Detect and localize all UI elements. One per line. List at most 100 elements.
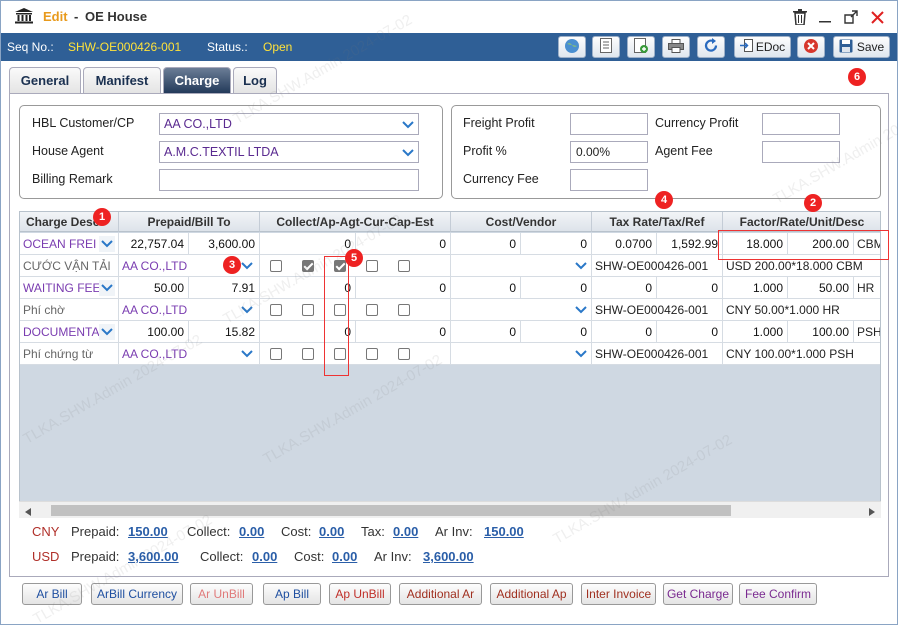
- arinv-value[interactable]: 3,600.00: [423, 549, 474, 564]
- charge-desc-select[interactable]: OCEAN FREI: [20, 233, 119, 255]
- cost-cell[interactable]: 0: [451, 321, 521, 343]
- prepaid-cell[interactable]: 50.00: [119, 277, 189, 299]
- checkbox[interactable]: [398, 260, 410, 272]
- chevron-down-icon[interactable]: [239, 258, 255, 274]
- charge-desc-select[interactable]: DOCUMENTA: [20, 321, 119, 343]
- unit-cell[interactable]: PSH: [854, 321, 880, 343]
- tax-cell[interactable]: 1,592.99: [657, 233, 723, 255]
- vendor-select[interactable]: [451, 343, 592, 365]
- table-row[interactable]: WAITING FEE 50.00 7.91 0 0 0 0 0 0 1.000 50.00 HR: [20, 277, 880, 299]
- trash-icon[interactable]: [791, 8, 809, 26]
- ap-unbill-button[interactable]: Ap UnBill: [329, 583, 391, 605]
- vendor-select[interactable]: [451, 299, 592, 321]
- cancel-button[interactable]: [797, 36, 825, 58]
- tax-value[interactable]: 0.00: [393, 524, 418, 539]
- checkbox[interactable]: [270, 304, 282, 316]
- checkbox[interactable]: [302, 304, 314, 316]
- scrollbar-thumb[interactable]: [51, 505, 731, 516]
- cost-cell[interactable]: 0: [451, 233, 521, 255]
- billing-remark-input[interactable]: [159, 169, 419, 191]
- chevron-down-icon[interactable]: [99, 324, 115, 340]
- checkbox[interactable]: [366, 260, 378, 272]
- horizontal-scrollbar[interactable]: [19, 501, 881, 518]
- col-header-factor[interactable]: Factor/Rate/Unit/Desc: [723, 212, 880, 232]
- arinv-value[interactable]: 150.00: [484, 524, 524, 539]
- checkbox[interactable]: [334, 304, 346, 316]
- col-header-tax[interactable]: Tax Rate/Tax/Ref: [592, 212, 723, 232]
- tab-general[interactable]: General: [9, 67, 81, 93]
- unit-cell[interactable]: CBM: [854, 233, 880, 255]
- tax-rate-cell[interactable]: 0.0700: [592, 233, 657, 255]
- currency-fee-input[interactable]: [570, 169, 648, 191]
- table-row[interactable]: Phí chứng từ AA CO.,LTD SHW-OE000426-001 CN…: [20, 343, 880, 365]
- chevron-down-icon[interactable]: [99, 280, 115, 296]
- billto-cell[interactable]: 7.91: [189, 277, 260, 299]
- checkbox[interactable]: [334, 348, 346, 360]
- cost-cell[interactable]: 0: [521, 277, 592, 299]
- tax-cell[interactable]: 0: [657, 321, 723, 343]
- minimize-icon[interactable]: [816, 8, 834, 26]
- chevron-down-icon[interactable]: [573, 258, 589, 274]
- freight-profit-input[interactable]: [570, 113, 648, 135]
- billto-cell[interactable]: 15.82: [189, 321, 260, 343]
- inter-invoice-button[interactable]: Inter Invoice: [581, 583, 656, 605]
- rate-cell[interactable]: 100.00: [788, 321, 854, 343]
- collect-value[interactable]: 0.00: [239, 524, 264, 539]
- ap-bill-button[interactable]: Ap Bill: [263, 583, 321, 605]
- col-header-cost-vendor[interactable]: Cost/Vendor: [451, 212, 592, 232]
- checkbox[interactable]: [366, 304, 378, 316]
- additional-ap-button[interactable]: Additional Ap: [490, 583, 573, 605]
- cost-value[interactable]: 0.00: [332, 549, 357, 564]
- close-icon[interactable]: [868, 8, 886, 26]
- tax-cell[interactable]: 0: [657, 277, 723, 299]
- collect-value[interactable]: 0.00: [252, 549, 277, 564]
- agent-fee-input[interactable]: [762, 141, 840, 163]
- print-button[interactable]: [662, 36, 690, 58]
- chevron-down-icon[interactable]: [99, 236, 115, 252]
- checkbox[interactable]: [366, 348, 378, 360]
- profit-pct-input[interactable]: 0.00%: [570, 141, 648, 163]
- save-button[interactable]: Save: [833, 36, 890, 58]
- globe-button[interactable]: [558, 36, 586, 58]
- house-agent-select[interactable]: A.M.C.TEXTIL LTDA: [159, 141, 419, 163]
- get-charge-button[interactable]: Get Charge: [663, 583, 733, 605]
- fee-confirm-button[interactable]: Fee Confirm: [739, 583, 817, 605]
- additional-ar-button[interactable]: Additional Ar: [399, 583, 482, 605]
- chevron-down-icon[interactable]: [239, 346, 255, 362]
- factor-cell[interactable]: 18.000: [723, 233, 788, 255]
- ar-bill-button[interactable]: Ar Bill: [22, 583, 82, 605]
- vendor-select[interactable]: [451, 255, 592, 277]
- charge-desc-select[interactable]: WAITING FEE: [20, 277, 119, 299]
- factor-cell[interactable]: 1.000: [723, 277, 788, 299]
- col-header-prepaid[interactable]: Prepaid/Bill To: [119, 212, 260, 232]
- collect-cell[interactable]: 0: [356, 277, 451, 299]
- table-row[interactable]: CƯỚC VẬN TẢI AA CO.,LTD SHW-OE000426-001 US…: [20, 255, 880, 277]
- checkbox[interactable]: [334, 260, 346, 272]
- maximize-icon[interactable]: [842, 8, 860, 26]
- tab-manifest[interactable]: Manifest: [83, 67, 161, 93]
- ar-unbill-button[interactable]: Ar UnBill: [190, 583, 253, 605]
- rate-cell[interactable]: 200.00: [788, 233, 854, 255]
- table-row[interactable]: Phí chờ AA CO.,LTD SHW-OE000426-001 CNY 50.…: [20, 299, 880, 321]
- checkbox[interactable]: [398, 304, 410, 316]
- refresh-button[interactable]: [697, 36, 725, 58]
- tax-rate-cell[interactable]: 0: [592, 277, 657, 299]
- scroll-left-icon[interactable]: [25, 505, 31, 519]
- col-header-collect[interactable]: Collect/Ap-Agt-Cur-Cap-Est: [260, 212, 451, 232]
- rate-cell[interactable]: 50.00: [788, 277, 854, 299]
- document-button[interactable]: [592, 36, 620, 58]
- table-row[interactable]: OCEAN FREI 22,757.04 3,600.00 0 0 0 0 0.0700 1,5…: [20, 233, 880, 255]
- billto-select[interactable]: AA CO.,LTD: [119, 343, 260, 365]
- collect-cell[interactable]: 0: [356, 321, 451, 343]
- chevron-down-icon[interactable]: [573, 302, 589, 318]
- arbill-currency-button[interactable]: ArBill Currency: [91, 583, 183, 605]
- chevron-down-icon[interactable]: [239, 302, 255, 318]
- collect-cell[interactable]: 0: [260, 233, 356, 255]
- hbl-customer-select[interactable]: AA CO.,LTD: [159, 113, 419, 135]
- checkbox[interactable]: [270, 260, 282, 272]
- prepaid-value[interactable]: 3,600.00: [128, 549, 179, 564]
- billto-select[interactable]: AA CO.,LTD: [119, 299, 260, 321]
- edoc-button[interactable]: EDoc: [734, 36, 791, 58]
- collect-cell[interactable]: 0: [260, 277, 356, 299]
- checkbox[interactable]: [302, 348, 314, 360]
